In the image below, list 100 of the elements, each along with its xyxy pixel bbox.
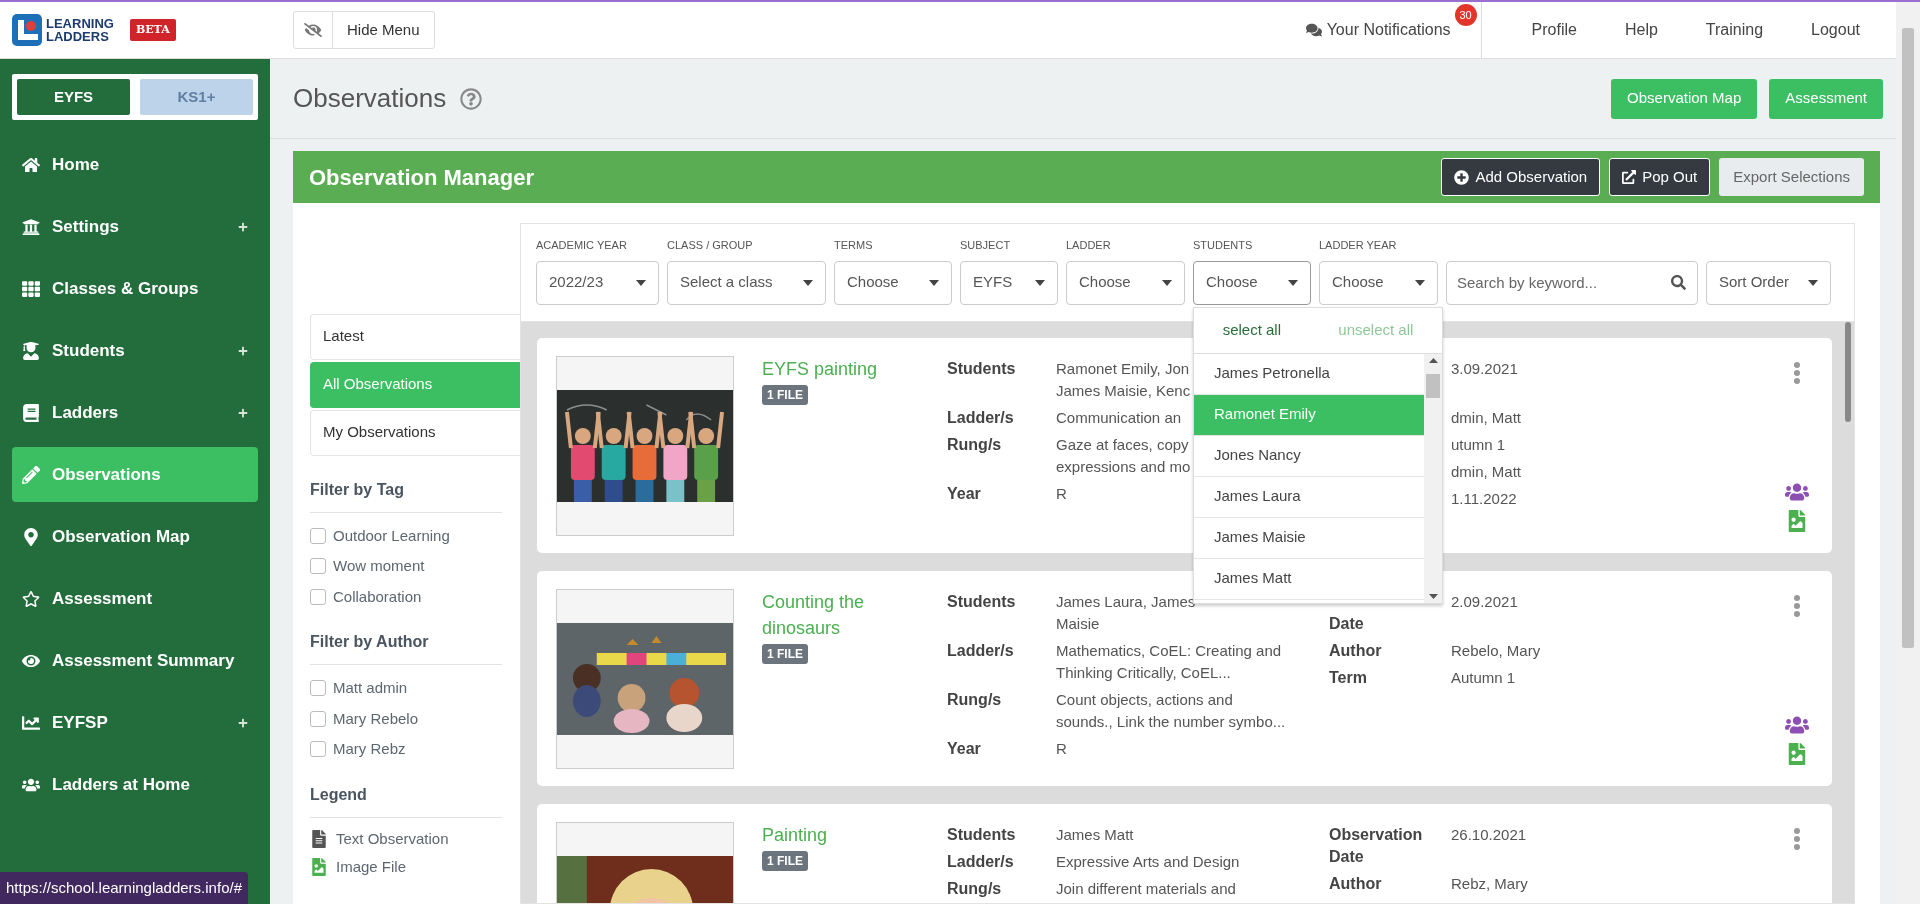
pop-out-button[interactable]: Pop Out — [1609, 158, 1711, 196]
nav-link[interactable]: Logout — [1811, 18, 1860, 42]
notification-count: 30 — [1454, 4, 1477, 26]
scrollbar-thumb[interactable] — [1426, 373, 1440, 398]
filter-select[interactable]: EYFS — [960, 260, 1058, 305]
checkbox[interactable] — [310, 710, 326, 727]
caret-icon — [929, 279, 939, 286]
more-options-icon[interactable] — [1794, 827, 1800, 850]
field-value: Communication an — [1056, 407, 1182, 428]
filter-select[interactable]: Select a class — [667, 260, 826, 305]
caret-icon — [636, 279, 646, 286]
checkbox[interactable] — [310, 527, 326, 544]
book-icon — [22, 403, 40, 422]
panel-title: Observation Manager — [309, 163, 535, 192]
sidebar-item[interactable]: Assessment Summary — [12, 633, 258, 688]
field-value: James Laura, James Maisie — [1056, 591, 1196, 634]
sidebar-item[interactable]: Classes & Groups — [12, 261, 258, 316]
sidebar-item[interactable]: Ladders — [12, 385, 258, 440]
scrollbar[interactable] — [1424, 353, 1442, 603]
pencil-icon — [22, 465, 40, 484]
detail-value: dmin, Matt — [1451, 407, 1522, 428]
filter-heading: Filter by Author — [310, 630, 502, 665]
sidebar-item[interactable]: Home — [12, 137, 258, 192]
field-label: Students — [947, 824, 1017, 845]
file-count-badge: 1 FILE — [762, 850, 808, 871]
scroll-down-icon[interactable] — [1428, 593, 1438, 599]
checkbox[interactable] — [310, 680, 326, 697]
filter-label: STUDENTS — [1193, 238, 1254, 253]
field-label: Ladder/s — [947, 407, 1015, 428]
sidebar-item[interactable]: Students — [12, 323, 258, 378]
sidebar-item[interactable]: Observation Map — [12, 509, 258, 564]
detail-value: utumn 1 — [1451, 434, 1506, 455]
help-icon — [460, 87, 483, 110]
checkbox-label: Collaboration — [333, 586, 422, 607]
view-option[interactable]: Latest — [310, 313, 520, 360]
checkbox-label: Wow moment — [333, 556, 425, 576]
field-label: Rung/s — [947, 434, 1003, 455]
filter-select[interactable]: Choose — [834, 260, 952, 305]
legend-label: Image File — [336, 857, 407, 877]
external-link-icon — [1622, 170, 1637, 184]
brand-name: LADDERS — [46, 30, 110, 43]
add-observation-button[interactable]: Add Observation — [1441, 158, 1601, 196]
detail-label: Author — [1329, 873, 1383, 894]
scroll-up-icon[interactable] — [1428, 357, 1438, 363]
sidebar-item[interactable]: Assessment — [12, 571, 258, 626]
caret-icon — [1288, 279, 1298, 286]
legend-heading: Legend — [310, 782, 502, 818]
field-value: Ramonet Emily, Jon James Maisie, Kenc — [1056, 358, 1191, 401]
filter-label: LADDER YEAR — [1319, 238, 1398, 253]
view-option[interactable]: My Observations — [310, 409, 520, 456]
hide-menu-button[interactable]: Hide Menu — [293, 11, 435, 49]
select-all-button[interactable]: select all — [1222, 318, 1281, 342]
field-value: Mathematics, CoEL: Creating and Thinking Critically, CoEL... — [1056, 640, 1282, 683]
ladder-logo-icon — [12, 14, 42, 46]
field-value: R — [1056, 483, 1067, 504]
nav-link[interactable]: Training — [1705, 18, 1764, 42]
checkbox[interactable] — [310, 558, 326, 575]
filter-select[interactable]: 2022/23 — [536, 260, 659, 305]
detail-value: Rebelo, Mary — [1451, 640, 1541, 661]
stage-tab[interactable]: EYFS — [17, 79, 130, 115]
filter-select[interactable]: Choose — [1319, 260, 1438, 305]
detail-value: 3.09.2021 — [1451, 358, 1518, 379]
filter-select[interactable]: Choose — [1193, 260, 1311, 305]
field-label: Year — [947, 483, 982, 504]
sidebar-item[interactable]: EYFSP — [12, 695, 258, 750]
field-label: Students — [947, 358, 1017, 379]
field-value: Join different materials and — [1056, 878, 1236, 899]
window-scrollbar[interactable] — [1902, 28, 1914, 648]
nav-link[interactable]: Help — [1624, 18, 1658, 42]
home-icon — [22, 155, 40, 174]
sidebar-item[interactable]: Ladders at Home — [12, 757, 258, 812]
logo[interactable]: LEARNING LADDERS — [12, 14, 114, 46]
field-value: James Matt — [1056, 824, 1134, 845]
detail-value: Autumn 1 — [1451, 667, 1516, 688]
checkbox-label: Matt admin — [333, 678, 408, 698]
filter-heading: Filter by Tag — [310, 477, 502, 513]
filter-select[interactable]: Choose — [1066, 260, 1185, 305]
checkbox[interactable] — [310, 588, 326, 605]
checkbox-label: Outdoor Learning — [333, 525, 450, 546]
caret-icon — [1808, 279, 1818, 286]
page-title: Observations — [293, 82, 447, 115]
checkbox[interactable] — [310, 741, 326, 758]
file-count-badge: 1 FILE — [762, 643, 808, 664]
chart-icon — [22, 713, 40, 732]
filter-label: SUBJECT — [960, 238, 1012, 253]
file-count-badge: 1 FILE — [762, 384, 808, 405]
checkbox-label: Mary Rebelo — [333, 708, 419, 729]
field-value: R — [1056, 738, 1067, 759]
more-options-icon[interactable] — [1794, 594, 1800, 617]
search-field[interactable]: Search by keyword... — [1446, 260, 1698, 305]
export-button[interactable]: Export Selections — [1719, 158, 1864, 196]
star-icon — [22, 589, 40, 608]
sidebar-item[interactable]: Settings — [12, 199, 258, 254]
more-options-icon[interactable] — [1794, 361, 1800, 384]
caret-icon — [1035, 279, 1045, 286]
nav-link[interactable]: Profile — [1531, 18, 1577, 42]
brand-name: LEARNING — [46, 17, 114, 30]
sort-select[interactable]: Sort Order — [1706, 260, 1831, 305]
detail-label: Observation Date — [1329, 824, 1424, 867]
field-label: Ladder/s — [947, 851, 1015, 872]
